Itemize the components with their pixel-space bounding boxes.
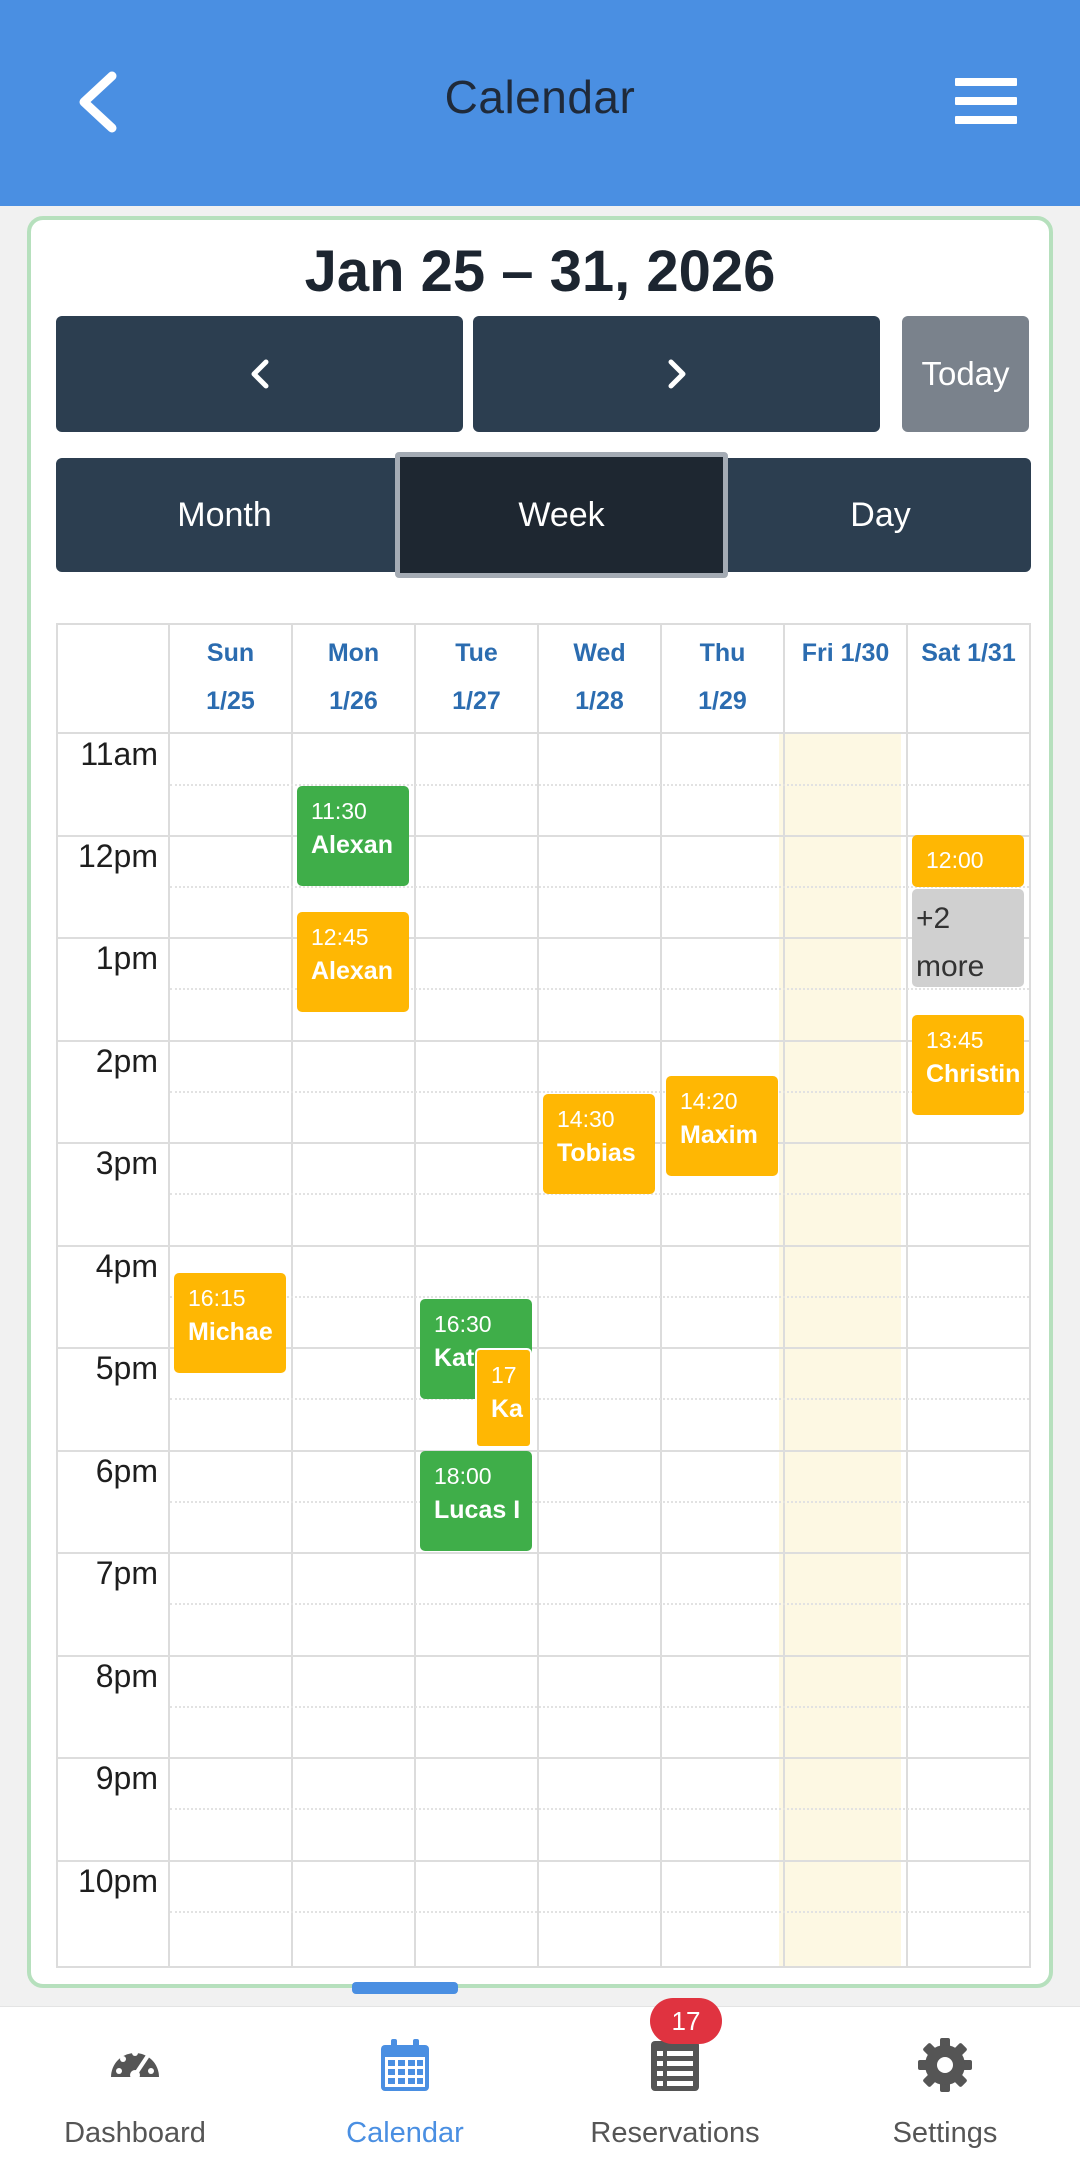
calendar-card: Jan 25 – 31, 2026 Today Month Week Day S… [27, 216, 1053, 1988]
nav-dashboard[interactable]: Dashboard [0, 2007, 270, 2157]
event-sat-1345[interactable]: 13:45 Christin [912, 1015, 1024, 1115]
event-sun-1615[interactable]: 16:15 Michae [174, 1273, 286, 1373]
month-view-button[interactable]: Month [56, 458, 393, 572]
hour-label: 11am [80, 736, 158, 772]
view-switcher: Month Week Day [56, 452, 1031, 578]
app-header: Calendar [0, 0, 1080, 206]
day-header-thu[interactable]: Thu 1/29 [662, 625, 783, 732]
event-sat-1200[interactable]: 12:00 [912, 835, 1024, 887]
week-view-button[interactable]: Week [395, 452, 728, 578]
day-view-button[interactable]: Day [730, 458, 1031, 572]
nav-settings[interactable]: Settings [810, 2007, 1080, 2157]
date-range-title: Jan 25 – 31, 2026 [304, 239, 776, 304]
header-divider [58, 732, 1029, 734]
event-tue-1800[interactable]: 18:00 Lucas I [420, 1451, 532, 1551]
reservations-count-badge: 17 [650, 1998, 722, 2044]
page-title: Calendar [444, 71, 636, 123]
list-icon [651, 2041, 699, 2091]
day-header-mon[interactable]: Mon 1/26 [293, 625, 414, 732]
hour-label: 7pm [95, 1555, 158, 1591]
hour-label: 12pm [77, 838, 158, 874]
day-header-sat[interactable]: Sat 1/31 [908, 625, 1029, 732]
chevron-right-icon [668, 359, 685, 389]
hour-label: 1pm [95, 940, 158, 976]
hour-label: 2pm [95, 1043, 158, 1079]
today-column-highlight [779, 734, 901, 1966]
nav-calendar[interactable]: Calendar [270, 2007, 540, 2157]
hour-label: 10pm [77, 1863, 158, 1899]
hour-label: 3pm [95, 1145, 158, 1181]
hamburger-menu-icon [955, 78, 1017, 86]
hour-label: 6pm [95, 1453, 158, 1489]
event-thu-1420[interactable]: 14:20 Maxim [666, 1076, 778, 1176]
hour-label: 8pm [95, 1658, 158, 1694]
day-header-sun[interactable]: Sun 1/25 [170, 625, 291, 732]
hour-label: 4pm [95, 1248, 158, 1284]
today-button[interactable]: Today [902, 316, 1029, 432]
event-tue-17[interactable]: 17 Ka [475, 1348, 532, 1448]
active-tab-indicator [352, 1982, 458, 1994]
gear-icon [918, 2038, 972, 2092]
calendar-icon [381, 2039, 429, 2091]
event-mon-1130[interactable]: 11:30 Alexan [297, 786, 409, 886]
speedometer-icon [111, 2050, 159, 2080]
day-header-fri[interactable]: Fri 1/30 [785, 625, 906, 732]
next-week-button[interactable] [473, 316, 880, 432]
event-mon-1245[interactable]: 12:45 Alexan [297, 912, 409, 1012]
more-events-link[interactable]: +2 more [912, 889, 1024, 987]
previous-week-button[interactable] [56, 316, 463, 432]
day-header-tue[interactable]: Tue 1/27 [416, 625, 537, 732]
day-header-wed[interactable]: Wed 1/28 [539, 625, 660, 732]
bottom-navigation: Dashboard Calendar Reservations Settings [0, 2006, 1080, 2157]
hour-label: 9pm [95, 1760, 158, 1796]
event-wed-1430[interactable]: 14:30 Tobias [543, 1094, 655, 1194]
hour-label: 5pm [95, 1350, 158, 1386]
menu-button[interactable] [955, 78, 1017, 124]
week-grid: Sun 1/25 Mon 1/26 Tue 1/27 Wed 1/28 Thu 1/29 … [56, 623, 1031, 1968]
chevron-left-icon [251, 359, 268, 389]
